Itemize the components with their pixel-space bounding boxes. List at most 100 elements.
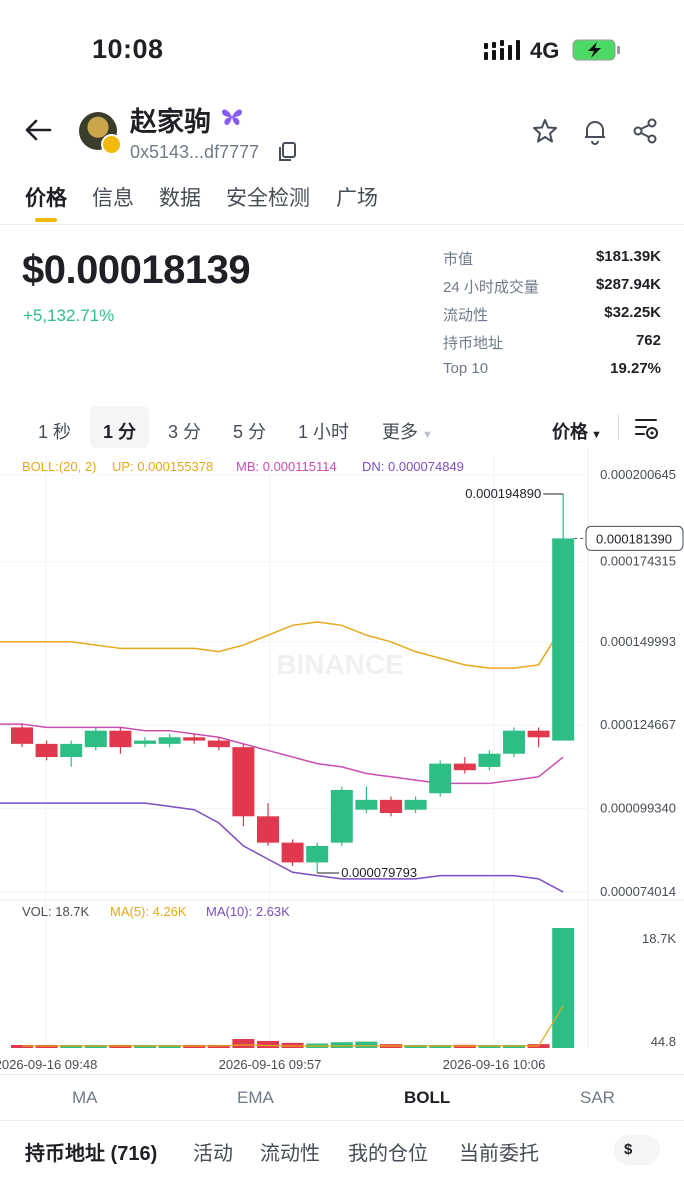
price-toggle[interactable]: 价格 ▼ — [552, 418, 602, 444]
indicator-ema[interactable]: EMA — [237, 1088, 274, 1108]
token-address: 0x5143...df7777 — [130, 142, 260, 162]
candle-body — [158, 737, 181, 744]
stat-value-top10: 19.27% — [610, 360, 661, 377]
tab-security[interactable]: 安全检测 — [226, 182, 310, 212]
candle-body — [306, 845, 329, 863]
candle-body — [109, 730, 132, 748]
stat-value-mcap: $181.39K — [595, 248, 661, 265]
candle-body — [257, 816, 279, 843]
volume-bar — [355, 1041, 378, 1048]
tab-open-orders[interactable]: 当前委托 — [459, 1137, 539, 1166]
copy-icon[interactable] — [276, 141, 298, 163]
price-toggle-label: 价格 — [552, 422, 588, 442]
high-price-label: 0.000194890 — [465, 486, 541, 501]
tab-liquidity[interactable]: 流动性 — [260, 1137, 320, 1166]
caret-down-icon: ▼ — [591, 429, 602, 441]
interval-1h[interactable]: 1 小时 — [298, 418, 349, 444]
candle-body — [330, 789, 353, 843]
bell-icon[interactable] — [581, 117, 609, 145]
interval-1m[interactable]: 1 分 — [103, 418, 136, 444]
interval-5m[interactable]: 5 分 — [233, 418, 266, 444]
network-label: 4G — [530, 38, 560, 63]
stat-value-holders: 762 — [635, 332, 661, 349]
token-name: 赵家驹 — [130, 107, 211, 137]
volume-bar — [552, 928, 575, 1048]
tab-holders[interactable]: 持币地址 (716) — [25, 1137, 157, 1166]
stat-value-liquidity: $32.25K — [604, 304, 661, 321]
binance-watermark: BINANCE — [276, 649, 404, 680]
active-tab-indicator — [35, 218, 57, 222]
candle-body — [84, 730, 107, 748]
current-price: $0.00018139 — [22, 248, 251, 292]
battery-icon — [572, 39, 620, 61]
boll-label: BOLL:(20, 2) — [22, 459, 96, 474]
stat-label-top10: Top 10 — [443, 360, 489, 377]
price-axis-label: 0.000149993 — [600, 634, 676, 649]
stat-label-volume: 24 小时成交量 — [443, 279, 539, 296]
candle-body — [380, 799, 402, 814]
candlestick-chart[interactable]: 0.000200645 0.000174315 0.000149993 0.00012… — [0, 448, 684, 1073]
price-axis-label: 0.000174315 — [600, 554, 676, 569]
interval-3m[interactable]: 3 分 — [168, 418, 201, 444]
chart-bottom-divider — [0, 1074, 684, 1075]
tab-activity[interactable]: 活动 — [193, 1137, 233, 1166]
time-label-3: 2026-09-16 10:06 — [443, 1057, 546, 1072]
tab-square[interactable]: 广场 — [336, 182, 378, 212]
interval-more-label: 更多 — [382, 422, 418, 442]
vol-axis-min: 44.8 — [651, 1034, 676, 1049]
candle-body — [355, 799, 378, 810]
tab-info[interactable]: 信息 — [92, 182, 134, 212]
indicator-sar[interactable]: SAR — [580, 1088, 615, 1108]
chart-labels: 0.000194890 0.000181390 0.000079793 — [317, 486, 684, 880]
stat-label-mcap: 市值 — [443, 251, 474, 268]
candles — [11, 493, 575, 873]
share-icon[interactable] — [631, 117, 659, 145]
indicator-ma[interactable]: MA — [72, 1088, 98, 1108]
volume-bar — [330, 1042, 353, 1048]
volume-bar — [232, 1039, 255, 1048]
candle-body — [527, 730, 550, 738]
candle-body — [503, 730, 525, 754]
stat-label-liquidity: 流动性 — [443, 307, 489, 324]
time-label-1: 2026-09-16 09:48 — [0, 1057, 97, 1072]
vol-ma5-line — [22, 1005, 564, 1047]
candle-body — [11, 727, 33, 744]
time-label-2: 2026-09-16 09:57 — [219, 1057, 322, 1072]
volume-bar — [257, 1040, 279, 1048]
interval-more[interactable]: 更多 ▼ — [382, 418, 433, 444]
candle-body — [453, 763, 476, 771]
candle-body — [404, 799, 427, 810]
indicator-boll[interactable]: BOLL — [404, 1088, 450, 1108]
boll-mb-label: MB: 0.000115114 — [236, 459, 337, 474]
volume-bars — [11, 928, 575, 1048]
interval-1s[interactable]: 1 秒 — [38, 418, 71, 444]
candle-body — [134, 740, 156, 744]
vol-label: VOL: 18.7K — [22, 904, 90, 919]
candle-body — [429, 763, 452, 794]
chain-badge-icon — [101, 134, 122, 155]
candle-body — [183, 737, 206, 741]
boll-dn-label: DN: 0.000074849 — [362, 459, 464, 474]
caret-down-icon: ▼ — [422, 429, 433, 441]
price-change: +5,132.71% — [23, 306, 115, 325]
price-axis-label: 0.000099340 — [600, 801, 676, 816]
currency-toggle[interactable]: $ — [614, 1135, 660, 1165]
chart-settings-icon[interactable] — [634, 416, 660, 442]
butterfly-icon — [222, 109, 242, 126]
indicator-divider — [0, 1120, 684, 1121]
star-icon[interactable] — [531, 117, 559, 145]
stat-value-volume: $287.94K — [595, 276, 661, 293]
candle-body — [552, 538, 575, 741]
toolbar-divider — [618, 414, 619, 440]
boll-up-label: UP: 0.000155378 — [112, 459, 213, 474]
tab-data[interactable]: 数据 — [159, 182, 201, 212]
status-time: 10:08 — [92, 34, 164, 64]
tab-my-positions[interactable]: 我的仓位 — [348, 1137, 428, 1166]
current-price-label: 0.000181390 — [596, 531, 672, 546]
price-axis-label: 0.000124667 — [600, 717, 676, 732]
candle-body — [478, 753, 501, 767]
tab-price[interactable]: 价格 — [25, 182, 67, 212]
price-axis-label: 0.000074014 — [600, 884, 676, 899]
back-arrow-icon[interactable] — [22, 114, 54, 146]
candle-body — [281, 842, 304, 863]
